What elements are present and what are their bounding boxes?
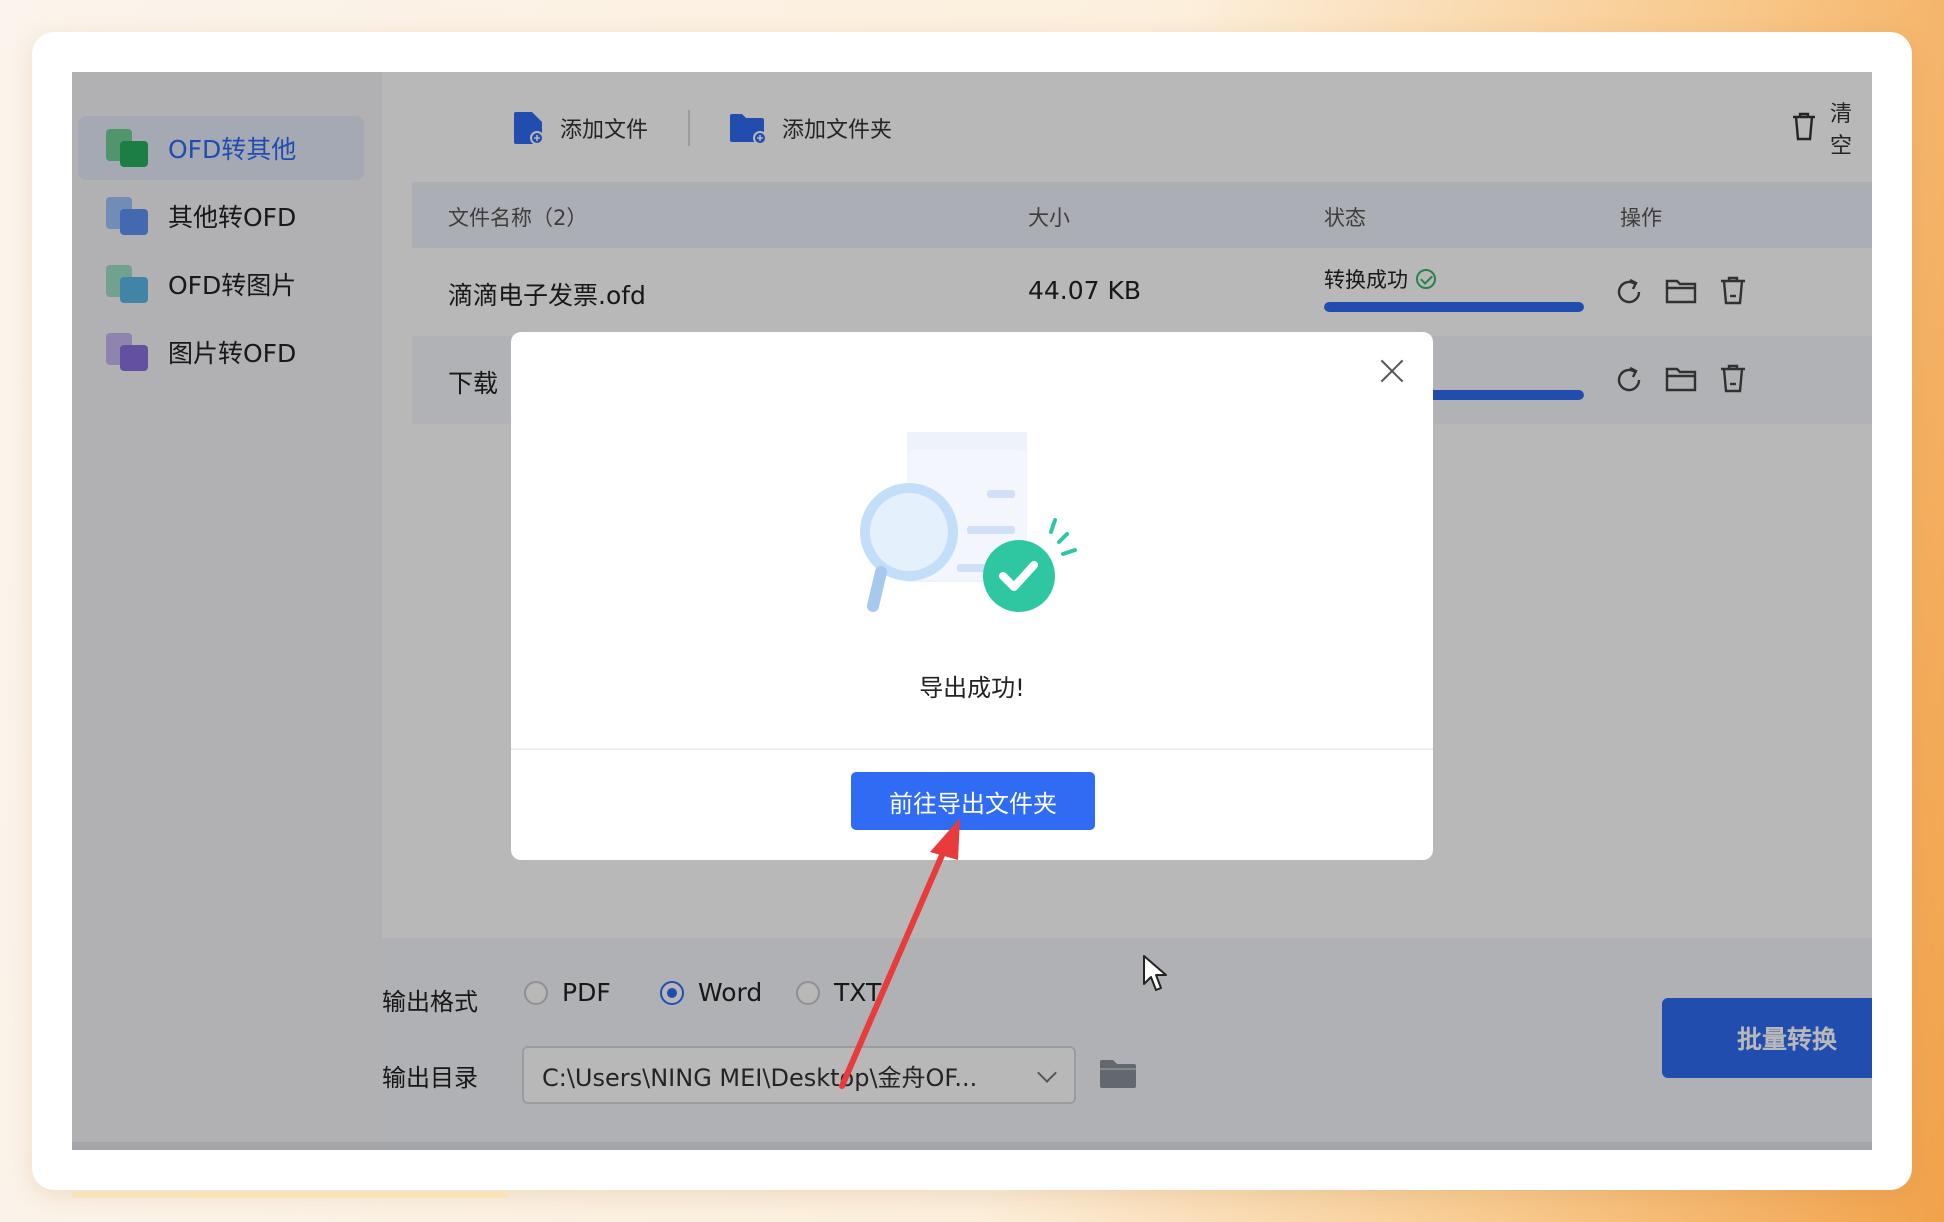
- open-export-folder-button[interactable]: 前往导出文件夹: [851, 772, 1095, 830]
- close-icon[interactable]: [1377, 356, 1407, 386]
- mouse-cursor-icon: [1142, 954, 1172, 994]
- frame-accent-bar: [72, 1192, 508, 1198]
- dialog-divider: [511, 748, 1433, 750]
- dialog-message: 导出成功!: [919, 674, 1025, 702]
- export-success-illustration: [847, 422, 1097, 642]
- export-success-dialog: 导出成功! 前往导出文件夹: [511, 332, 1433, 860]
